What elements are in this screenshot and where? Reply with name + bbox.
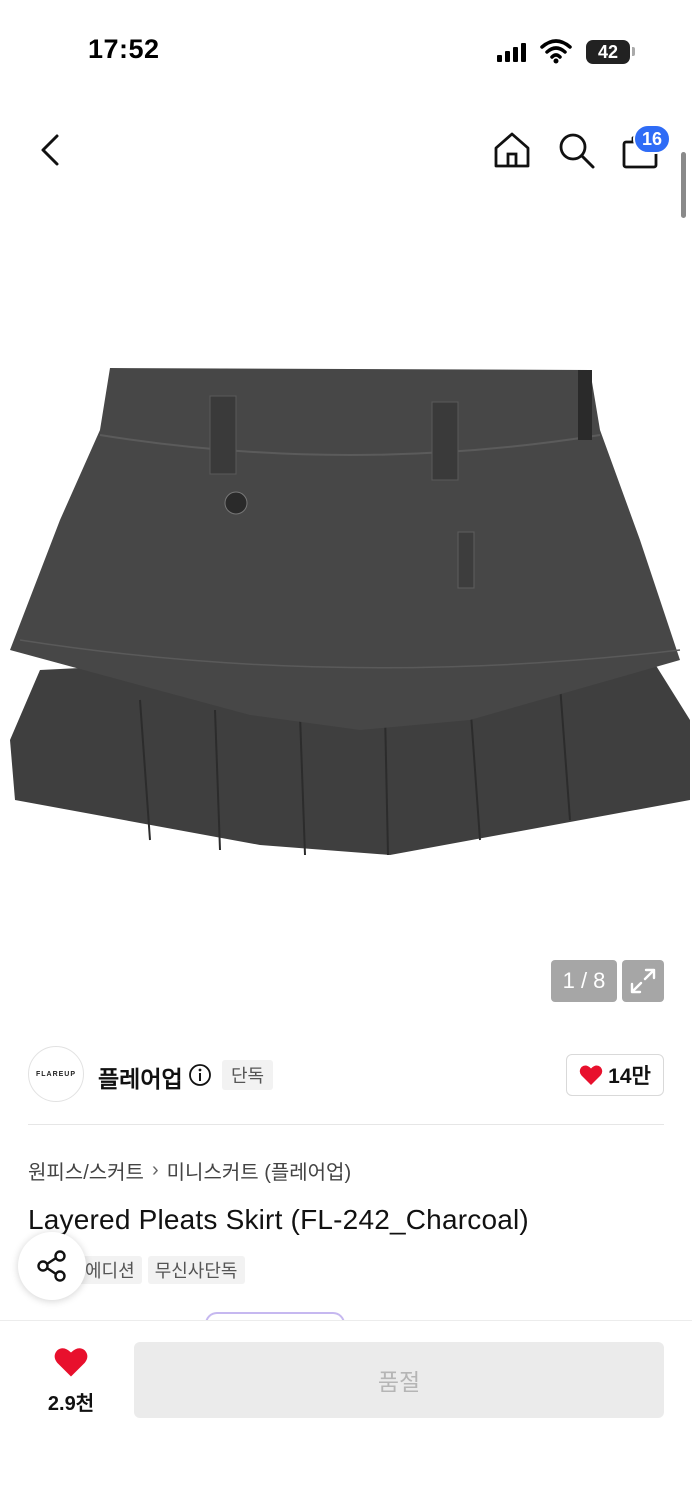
breadcrumb-subcategory[interactable]: 미니스커트 (플레어업) xyxy=(167,1156,351,1185)
product-image[interactable] xyxy=(0,340,692,880)
wishlist-button[interactable]: 2.9천 xyxy=(36,1346,106,1416)
cellular-signal-icon xyxy=(497,42,526,62)
expand-icon xyxy=(630,968,656,994)
search-icon[interactable] xyxy=(556,130,596,170)
share-icon xyxy=(37,1250,66,1282)
back-button[interactable] xyxy=(30,128,70,172)
tag-exclusive: 무신사단독 xyxy=(147,1256,245,1284)
wifi-icon xyxy=(540,39,572,64)
cart-count-badge: 16 xyxy=(633,124,671,154)
tag-edition: 에디션 xyxy=(78,1256,142,1284)
battery-level: 42 xyxy=(586,40,630,64)
sold-out-button[interactable]: 품절 xyxy=(134,1342,664,1418)
heart-icon xyxy=(579,1065,603,1085)
info-icon[interactable] xyxy=(188,1063,212,1087)
status-bar: 17:52 42 xyxy=(0,0,692,100)
product-title: Layered Pleats Skirt (FL-242_Charcoal) xyxy=(28,1204,529,1235)
gallery-pager: 1 / 8 xyxy=(551,960,617,1002)
wishlist-count: 2.9천 xyxy=(47,1393,95,1415)
breadcrumb: 원피스/스커트 › 미니스커트 (플레어업) xyxy=(28,1156,351,1185)
product-tags: 에디션 무신사단독 xyxy=(78,1256,245,1284)
exclusive-tag: 단독 xyxy=(222,1060,274,1090)
brand-like-button[interactable]: 14만 xyxy=(566,1054,664,1096)
breadcrumb-category[interactable]: 원피스/스커트 xyxy=(28,1156,144,1185)
heart-icon xyxy=(54,1348,88,1377)
home-icon[interactable] xyxy=(492,130,532,170)
battery-tip xyxy=(632,47,635,56)
brand-like-count: 14만 xyxy=(608,1065,651,1088)
brand-logo[interactable]: FLAREUP xyxy=(28,1046,84,1102)
expand-button[interactable] xyxy=(622,960,664,1002)
status-time: 17:52 xyxy=(88,34,160,64)
brand-row: FLAREUP 플레어업 단독 14만 xyxy=(28,1046,664,1104)
scrollbar[interactable] xyxy=(681,152,686,218)
back-icon xyxy=(41,134,59,166)
divider xyxy=(28,1124,664,1125)
share-button[interactable] xyxy=(18,1232,86,1300)
chevron-right-icon: › xyxy=(151,1159,159,1181)
brand-name[interactable]: 플레어업 xyxy=(98,1060,183,1094)
